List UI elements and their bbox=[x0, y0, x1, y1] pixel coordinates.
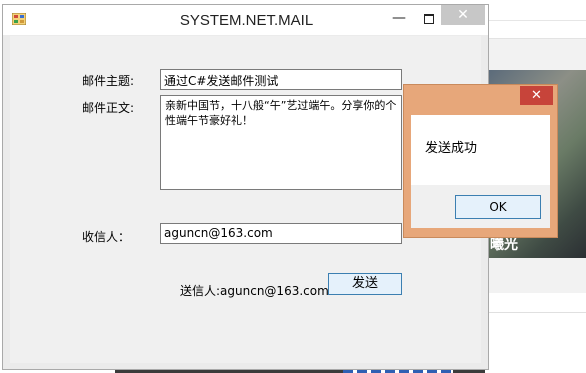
recipient-input[interactable]: aguncn@163.com bbox=[160, 223, 402, 244]
title-bar[interactable]: SYSTEM.NET.MAIL — ✕ bbox=[3, 5, 488, 35]
send-button[interactable]: 发送 bbox=[328, 273, 402, 295]
close-button[interactable]: ✕ bbox=[441, 5, 485, 25]
subject-input[interactable]: 通过C#发送邮件测试 bbox=[160, 69, 402, 90]
message-text: 发送成功 bbox=[425, 141, 478, 156]
sender-label: 送信人:aguncn@163.com bbox=[180, 284, 329, 298]
body-textarea[interactable]: 亲新中国节，十八般“午”艺过端午。分享你的个性端午节豪好礼！ bbox=[160, 95, 402, 190]
background-divider bbox=[487, 312, 586, 313]
recipient-label: 收信人： bbox=[82, 230, 131, 244]
minimize-button[interactable]: — bbox=[389, 9, 409, 29]
subject-label: 邮件主题: bbox=[82, 74, 135, 88]
message-box-close-button[interactable]: ✕ bbox=[520, 86, 553, 105]
body-label: 邮件正文: bbox=[82, 101, 135, 115]
message-box: ✕ 发送成功 OK bbox=[403, 84, 558, 238]
message-box-body: 发送成功 bbox=[411, 115, 550, 185]
ok-button[interactable]: OK bbox=[455, 195, 541, 219]
window-title: SYSTEM.NET.MAIL bbox=[179, 12, 314, 29]
background-divider bbox=[487, 20, 586, 21]
message-box-footer: OK bbox=[411, 185, 550, 228]
maximize-button[interactable] bbox=[419, 9, 439, 29]
